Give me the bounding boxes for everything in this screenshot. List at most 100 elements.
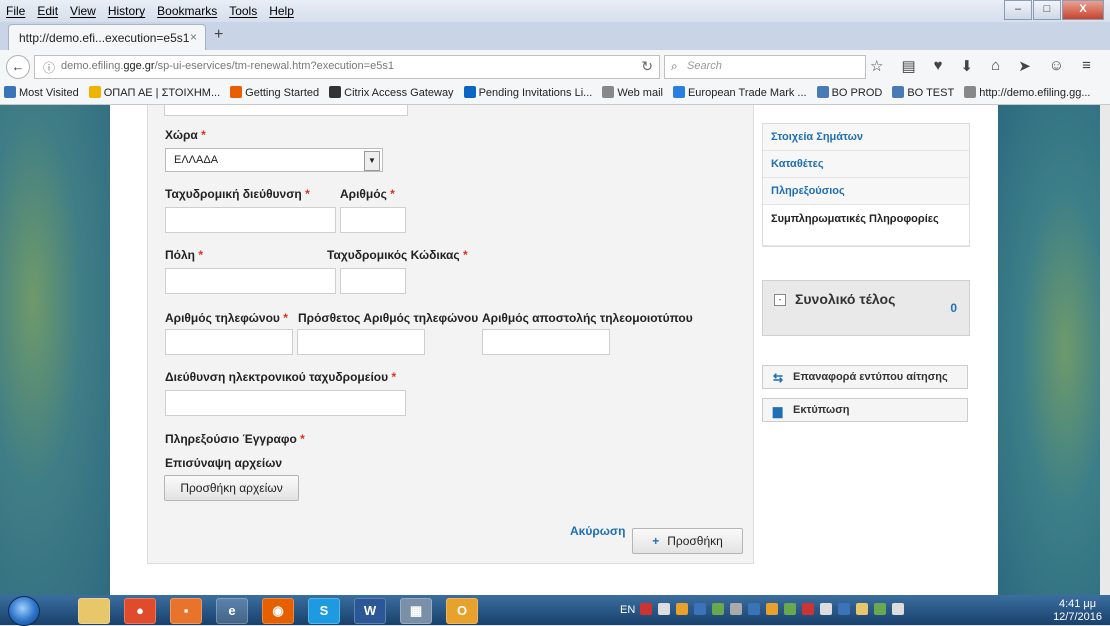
url-bar[interactable]: ⓘ demo.efiling.gge.gr/sp-ui-eservices/tm… [34, 55, 660, 79]
tray-icon[interactable] [802, 603, 814, 615]
tray-icon[interactable] [892, 603, 904, 615]
firefox-icon[interactable]: ◉ [262, 598, 294, 624]
bookmark-icon [463, 86, 476, 98]
tray-icon[interactable] [766, 603, 778, 615]
outlook-icon[interactable]: ▪ [170, 598, 202, 624]
bookmark-item[interactable]: Citrix Access Gateway [329, 86, 454, 99]
tray-icon[interactable] [820, 603, 832, 615]
menu-file[interactable]: File [6, 4, 25, 18]
bookmark-item[interactable]: European Trade Mark ... [672, 86, 807, 99]
postal-code-field[interactable] [340, 268, 406, 294]
plus-icon: + [652, 534, 660, 548]
chrome-icon[interactable]: ● [124, 598, 156, 624]
skype-icon[interactable]: S [308, 598, 340, 624]
close-window-icon[interactable]: X [1062, 0, 1104, 20]
phone-field[interactable] [165, 329, 293, 355]
tray-icon[interactable] [784, 603, 796, 615]
hamburger-menu-icon[interactable]: ≡ [1082, 57, 1091, 75]
number-field[interactable] [340, 207, 406, 233]
tray-icon[interactable] [712, 603, 724, 615]
print-button[interactable]: ▆ Εκτύπωση [762, 398, 968, 422]
info-icon[interactable]: ⓘ [43, 59, 55, 76]
tray-icon[interactable] [658, 603, 670, 615]
tray-icon[interactable] [640, 603, 652, 615]
browser-tab[interactable]: http://demo.efi...execution=e5s1 × [8, 24, 206, 51]
tab-title: http://demo.efi...execution=e5s1 [19, 31, 190, 45]
bookmark-item[interactable]: BO TEST [892, 86, 954, 99]
email-field[interactable] [165, 390, 406, 416]
tray-icon[interactable] [730, 603, 742, 615]
add-files-button[interactable]: Προσθήκη αρχείων [164, 475, 299, 501]
country-select[interactable]: ΕΛΛΑΔΑ ▼ [165, 148, 383, 172]
new-tab-button[interactable]: + [214, 26, 223, 44]
menu-history[interactable]: History [108, 4, 145, 18]
menu-edit[interactable]: Edit [37, 4, 58, 18]
clock[interactable]: 4:41 μμ 12/7/2016 [1053, 598, 1102, 624]
chat-icon[interactable]: ☺ [1049, 57, 1064, 75]
minimize-icon[interactable]: – [1004, 0, 1032, 20]
explorer-icon[interactable] [78, 598, 110, 624]
maximize-icon[interactable]: □ [1033, 0, 1061, 20]
bookmark-item[interactable]: Pending Invitations Li... [463, 86, 592, 99]
bookmark-item[interactable]: Getting Started [230, 86, 319, 99]
cancel-link[interactable]: Ακύρωση [570, 524, 625, 538]
start-button[interactable] [8, 596, 40, 626]
clock-time: 4:41 μμ [1058, 598, 1097, 610]
fax-field[interactable] [482, 329, 610, 355]
add-button[interactable]: + Προσθήκη [632, 528, 743, 554]
nav-item-additional-info[interactable]: Συμπληρωματικές Πληροφορίες [763, 205, 969, 246]
bookmark-label: http://demo.efiling.gg... [979, 87, 1091, 99]
tab-bar: http://demo.efi...execution=e5s1 × + [0, 22, 1110, 51]
phone2-label: Πρόσθετος Αριθμός τηλεφώνου [298, 311, 479, 325]
bookmark-item[interactable]: Web mail [602, 86, 663, 99]
bookmark-label: Citrix Access Gateway [344, 87, 454, 99]
nav-item-applicants[interactable]: Καταθέτες [763, 151, 969, 178]
city-field[interactable] [165, 268, 336, 294]
internet-explorer-icon[interactable]: e [216, 598, 248, 624]
total-fee-value: 0 [950, 301, 957, 315]
bookmark-item[interactable]: ΟΠΑΠ ΑΕ | ΣΤΟΙΧΗΜ... [88, 86, 220, 99]
bookmark-item[interactable]: BO PROD [816, 86, 882, 99]
close-tab-icon[interactable]: × [190, 30, 197, 44]
tray-icon[interactable] [838, 603, 850, 615]
tray-icon[interactable] [694, 603, 706, 615]
bookmark-item[interactable]: http://demo.efiling.gg... [964, 86, 1091, 99]
tray-icon[interactable] [676, 603, 688, 615]
nav-item-trademark-details[interactable]: Στοιχεία Σημάτων [763, 124, 969, 151]
menu-bookmarks[interactable]: Bookmarks [157, 4, 217, 18]
bookmark-item[interactable]: Most Visited [4, 86, 79, 99]
download-icon[interactable]: ⬇ [961, 57, 974, 75]
previous-field[interactable] [164, 105, 408, 116]
star-icon[interactable]: ☆ [870, 57, 883, 75]
pocket-icon[interactable]: ♥ [934, 57, 943, 75]
word-icon[interactable]: W [354, 598, 386, 624]
scrollbar[interactable] [1100, 105, 1110, 595]
menu-tools[interactable]: Tools [229, 4, 257, 18]
calculator-icon[interactable]: ▦ [400, 598, 432, 624]
menu-help[interactable]: Help [269, 4, 294, 18]
nav-item-representative[interactable]: Πληρεξούσιος [763, 178, 969, 205]
attach-files-label: Επισύναψη αρχείων [165, 456, 283, 470]
collapse-icon[interactable]: - [774, 294, 786, 306]
postal-address-field[interactable] [165, 207, 336, 233]
language-indicator[interactable]: EN [620, 604, 635, 616]
tray-icon[interactable] [748, 603, 760, 615]
home-icon[interactable]: ⌂ [991, 57, 1000, 75]
system-tray [640, 603, 904, 615]
phone2-field[interactable] [297, 329, 425, 355]
reset-form-button[interactable]: ⇆ Επαναφορά εντύπου αίτησης [762, 365, 968, 389]
send-icon[interactable]: ➤ [1018, 57, 1031, 75]
tray-icon[interactable] [856, 603, 868, 615]
menu-view[interactable]: View [70, 4, 96, 18]
back-button[interactable]: ← [6, 55, 30, 79]
reading-list-icon[interactable]: ▤ [901, 57, 915, 75]
search-input[interactable]: ⌕ Search [664, 55, 866, 79]
bookmark-icon [602, 86, 615, 98]
reset-form-label: Επαναφορά εντύπου αίτησης [793, 371, 948, 383]
navigation-bar: ← ⓘ demo.efiling.gge.gr/sp-ui-eservices/… [0, 50, 1110, 83]
app-icon[interactable]: O [446, 598, 478, 624]
tray-icon[interactable] [874, 603, 886, 615]
bookmark-icon [672, 86, 685, 98]
reload-icon[interactable]: ↻ [641, 58, 653, 75]
background-image-left [0, 105, 110, 595]
